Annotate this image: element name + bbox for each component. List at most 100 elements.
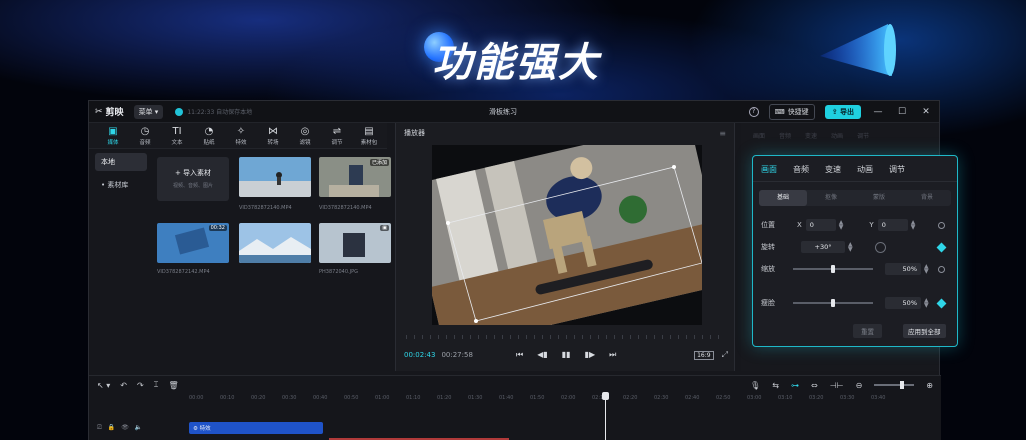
position-y-input[interactable]: 0: [877, 219, 908, 231]
timeline-ruler[interactable]: 00:00 00:10 00:20 00:30 00:40 00:50 01:00 01:10…: [189, 394, 941, 404]
skip-start-icon[interactable]: ⏮: [516, 350, 523, 360]
apply-all-button[interactable]: 应用到全部: [903, 324, 946, 338]
keyframe-icon[interactable]: [938, 265, 945, 273]
media-thumbnail[interactable]: [239, 223, 311, 263]
tool-asset-pack[interactable]: ▤ 素材包: [353, 126, 385, 146]
stepper-icon[interactable]: ▲ ▼: [839, 220, 844, 231]
clip-name: VID3782872142.MP4: [157, 269, 210, 275]
stepper-icon[interactable]: ▲ ▼: [911, 220, 916, 231]
inspector-tabs: 画面 音频 变速 动画 调节: [753, 156, 957, 182]
nav-library[interactable]: • 素材库: [95, 176, 147, 194]
subtab-basic[interactable]: 基础: [759, 190, 807, 206]
reset-button[interactable]: 重置: [853, 324, 882, 338]
subtab-mask[interactable]: 蒙版: [855, 190, 903, 206]
keyframe-active-icon[interactable]: [936, 298, 947, 308]
prev-frame-icon[interactable]: ◀▮: [537, 350, 548, 360]
link-icon[interactable]: ⇆: [772, 381, 779, 390]
stepper-icon[interactable]: ▲ ▼: [924, 298, 929, 309]
position-x-input[interactable]: 0: [805, 219, 836, 231]
shortcut-button[interactable]: ⌨ 快捷键: [768, 103, 815, 120]
video-preview[interactable]: [432, 145, 702, 325]
tool-adjust[interactable]: ⇌ 调节: [321, 126, 353, 146]
aspect-ratio-button[interactable]: 16:9: [694, 350, 714, 360]
split-icon[interactable]: ⌶: [154, 380, 159, 390]
help-icon[interactable]: ?: [748, 106, 759, 117]
tab-speed[interactable]: 变速: [825, 164, 841, 175]
subtab-cutout[interactable]: 抠像: [807, 190, 855, 206]
undo-icon[interactable]: ↶: [120, 381, 127, 390]
delete-icon[interactable]: 🗑: [168, 381, 178, 390]
tool-label: 音频: [139, 139, 151, 146]
zoom-slider-knob[interactable]: [900, 381, 905, 389]
face-slim-label: 瘦脸: [761, 299, 775, 307]
skip-end-icon[interactable]: ⏭: [609, 350, 616, 360]
maximize-button[interactable]: ☐: [895, 107, 909, 117]
mountain-thumbnail-image: [239, 223, 311, 263]
keyframe-active-icon[interactable]: [936, 242, 947, 252]
pause-icon[interactable]: ▮▮: [562, 350, 571, 360]
tool-sticker[interactable]: ◔ 贴纸: [193, 126, 225, 146]
face-slim-slider-knob[interactable]: [831, 299, 835, 307]
export-button[interactable]: ⇪ 导出: [824, 104, 861, 119]
face-slim-input[interactable]: 50%: [885, 297, 921, 309]
tab-audio[interactable]: 音频: [793, 164, 809, 175]
title-bar: ✂ 剪映 菜单 ▾ 11:22:33 自动保存本地 滑板练习 ? ⌨ 快捷键 ⇪…: [89, 101, 939, 123]
lock-icon[interactable]: 🔒: [108, 424, 115, 432]
tab-picture[interactable]: 画面: [761, 164, 777, 175]
tab-adjust[interactable]: 调节: [889, 164, 905, 175]
media-thumbnail[interactable]: 00:32: [157, 223, 229, 263]
nav-local[interactable]: 本地: [95, 153, 147, 171]
media-thumbnail[interactable]: 已添加: [319, 157, 391, 197]
minimize-button[interactable]: —: [871, 107, 885, 117]
select-tool-icon[interactable]: ↖ ▾: [97, 381, 110, 390]
timeline-clip[interactable]: ⚙ 特效: [189, 422, 323, 434]
face-slim-slider[interactable]: [793, 299, 873, 307]
media-thumbnail[interactable]: ▣: [319, 223, 391, 263]
zoom-in-icon[interactable]: ⊕: [926, 381, 933, 390]
media-panel: + 导入素材 视频、音频、图片 VID3782872140.MP4 已添加 VI…: [151, 153, 391, 373]
next-frame-icon[interactable]: ▮▶: [585, 350, 596, 360]
close-button[interactable]: ✕: [919, 107, 933, 117]
fullscreen-icon[interactable]: ⤢: [722, 350, 728, 360]
tool-transition[interactable]: ⋈ 转场: [257, 126, 289, 146]
menu-button[interactable]: 菜单 ▾: [133, 104, 164, 119]
scale-slider-knob[interactable]: [831, 265, 835, 273]
menu-icon[interactable]: ≡: [719, 129, 726, 138]
zoom-slider[interactable]: [874, 381, 915, 389]
keyframe-icon[interactable]: [938, 221, 945, 229]
scale-input[interactable]: 50%: [885, 263, 921, 275]
faded-tab: 音频: [779, 133, 792, 140]
asset-toolbar: ▣ 媒体 ◷ 音频 TI 文本 ◔ 贴纸 ✧ 特效 ⋈ 转场 ◎ 滤镜 ⇌ 调节 ▤ 素材包: [89, 123, 387, 149]
cover-icon[interactable]: ⎚: [97, 424, 102, 432]
properties-tabs-background: 画面 音频 变速 动画 调节: [741, 123, 939, 148]
eye-icon[interactable]: 👁: [121, 424, 129, 432]
tool-audio[interactable]: ◷ 音频: [129, 126, 161, 146]
preview-frame-image: [432, 145, 702, 325]
record-audio-icon[interactable]: 🎙: [750, 381, 760, 390]
snap-icon[interactable]: ⊶: [791, 381, 799, 390]
player-scrubber[interactable]: [406, 335, 726, 339]
tool-media[interactable]: ▣ 媒体: [97, 126, 129, 146]
import-media-button[interactable]: + 导入素材 视频、音频、图片: [157, 157, 229, 201]
tool-text[interactable]: TI 文本: [161, 126, 193, 146]
ruler-tick-label: 00:40: [313, 395, 328, 401]
zoom-out-icon[interactable]: ⊖: [856, 381, 863, 390]
media-thumbnail[interactable]: [239, 157, 311, 197]
timeline: ↖ ▾ ↶ ↷ ⌶ 🗑 🎙 ⇆ ⊶ ⇔ ⊣⊢ ⊖ ⊕ 00:00 00:10 00:…: [89, 375, 941, 440]
tool-filter[interactable]: ◎ 滤镜: [289, 126, 321, 146]
position-label: 位置: [761, 221, 775, 229]
tool-effects[interactable]: ✧ 特效: [225, 126, 257, 146]
tab-animation[interactable]: 动画: [857, 164, 873, 175]
rotate-dial-icon[interactable]: [874, 241, 886, 253]
playhead[interactable]: [602, 392, 609, 440]
rotate-input[interactable]: +30°: [801, 241, 845, 253]
stepper-icon[interactable]: ▲ ▼: [924, 264, 929, 275]
scale-slider[interactable]: [793, 265, 873, 273]
speaker-icon[interactable]: 🔈: [135, 424, 142, 432]
ruler-tick-label: 00:20: [251, 395, 266, 401]
subtab-background[interactable]: 背景: [903, 190, 951, 206]
preview-axis-icon[interactable]: ⊣⊢: [830, 381, 844, 390]
stepper-icon[interactable]: ▲ ▼: [848, 242, 853, 253]
linkage-icon[interactable]: ⇔: [811, 381, 818, 390]
redo-icon[interactable]: ↷: [137, 381, 144, 390]
